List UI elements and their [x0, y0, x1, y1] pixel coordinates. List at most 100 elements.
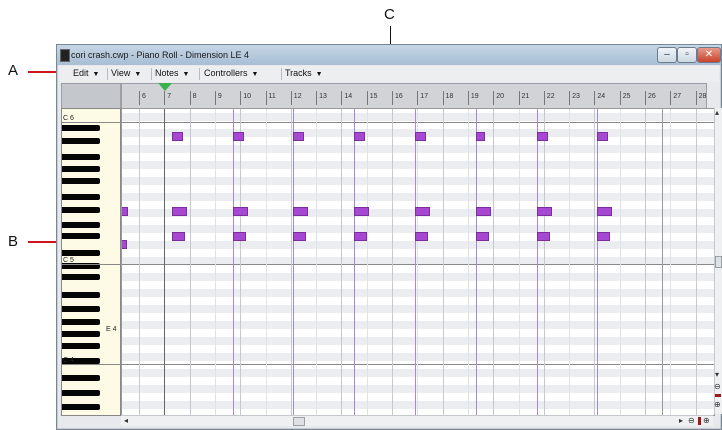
time-ruler[interactable]: 6 7 8 9 10 11 12 13 14 15 16 17 18 19 20 21 22 23 24 25 26 27… — [121, 83, 707, 109]
scroll-left-icon[interactable]: ◂ — [124, 416, 128, 425]
midi-note[interactable] — [172, 132, 183, 141]
midi-note[interactable] — [415, 207, 430, 216]
black-key[interactable] — [62, 319, 100, 325]
midi-note[interactable] — [172, 207, 187, 216]
menu-tracks[interactable]: Tracks ▼ — [285, 68, 323, 80]
ruler-measure-label: 24 — [597, 93, 606, 100]
horizontal-zoom-slider[interactable] — [698, 417, 701, 425]
maximize-button[interactable]: ▫ — [677, 47, 697, 63]
midi-note[interactable] — [537, 232, 550, 241]
grid-beat-line — [366, 109, 368, 415]
midi-note[interactable] — [122, 240, 127, 249]
zoom-out-icon[interactable]: ⊖ — [688, 416, 695, 425]
black-key[interactable] — [62, 154, 100, 160]
midi-note[interactable] — [597, 207, 612, 216]
scroll-up-icon[interactable]: ▴ — [715, 108, 719, 117]
menu-controllers[interactable]: Controllers ▼ — [204, 68, 258, 80]
piano-keyboard[interactable]: C 6 C 5 C 4 E 4 — [61, 108, 121, 416]
menu-separator — [199, 68, 200, 80]
black-key[interactable] — [62, 125, 100, 131]
midi-note[interactable] — [415, 232, 428, 241]
black-key[interactable] — [62, 343, 100, 349]
key-octave-label: C 5 — [63, 257, 74, 264]
scroll-right-icon[interactable]: ▸ — [679, 416, 683, 425]
zoom-out-icon[interactable]: ⊖ — [714, 382, 721, 391]
grid-beat-line — [139, 109, 140, 415]
now-marker-icon[interactable] — [158, 83, 173, 91]
midi-note[interactable] — [293, 207, 308, 216]
midi-note[interactable] — [233, 207, 248, 216]
minimize-button[interactable]: – — [657, 47, 677, 63]
midi-note[interactable] — [233, 132, 244, 141]
black-key[interactable] — [62, 178, 100, 184]
black-key[interactable] — [62, 331, 100, 337]
grid-beat-line — [189, 109, 191, 415]
black-key[interactable] — [62, 404, 100, 410]
menu-notes[interactable]: Notes ▼ — [155, 68, 189, 80]
title-bar[interactable]: cori crash.cwp - Piano Roll - Dimension … — [57, 45, 721, 65]
vertical-scroll-thumb[interactable] — [715, 256, 722, 268]
grid-beat-line — [240, 109, 242, 415]
velocity-line — [537, 109, 538, 415]
midi-note[interactable] — [293, 132, 304, 141]
black-key[interactable] — [62, 166, 100, 172]
midi-note[interactable] — [476, 207, 491, 216]
midi-note[interactable] — [233, 232, 246, 241]
midi-note[interactable] — [293, 232, 306, 241]
now-time-line — [164, 109, 166, 415]
midi-note[interactable] — [597, 132, 608, 141]
midi-note[interactable] — [172, 232, 185, 241]
ruler-measure-label: 25 — [622, 93, 631, 100]
midi-note[interactable] — [537, 207, 552, 216]
black-key[interactable] — [62, 233, 100, 239]
chevron-down-icon: ▼ — [315, 71, 323, 78]
menu-view[interactable]: View ▼ — [111, 68, 141, 80]
ruler-measure-label: 12 — [293, 93, 302, 100]
velocity-line — [354, 109, 355, 415]
menu-edit[interactable]: Edit ▼ — [73, 68, 99, 80]
black-key[interactable] — [62, 222, 100, 228]
ruler-tick — [214, 91, 216, 105]
grid-beat-line — [341, 109, 343, 415]
zoom-in-icon[interactable]: ⊕ — [714, 400, 721, 409]
grid-beat-line — [493, 109, 495, 415]
callout-a-label: A — [8, 62, 19, 79]
vertical-scrollbar[interactable]: ▴ ▾ ⊖ ⊕ — [714, 108, 722, 414]
midi-note[interactable] — [597, 232, 610, 241]
black-key[interactable] — [62, 375, 100, 381]
grid-beat-line — [316, 109, 318, 415]
black-key[interactable] — [62, 292, 100, 298]
black-key[interactable] — [62, 250, 100, 256]
midi-note[interactable] — [354, 232, 367, 241]
octave-line — [62, 364, 120, 365]
horizontal-scroll-thumb[interactable] — [293, 417, 305, 426]
black-key[interactable] — [62, 194, 100, 200]
black-key[interactable] — [62, 306, 100, 312]
vertical-zoom-slider[interactable] — [715, 394, 721, 397]
black-key[interactable] — [62, 138, 100, 144]
menu-notes-label: Notes — [155, 68, 179, 78]
app-icon — [60, 49, 70, 62]
midi-note[interactable] — [476, 232, 489, 241]
black-key[interactable] — [62, 207, 100, 213]
menu-controllers-label: Controllers — [204, 68, 248, 78]
ruler-measure-label: 19 — [470, 93, 479, 100]
horizontal-scrollbar[interactable]: ◂ ▸ ⊖ ⊕ — [121, 415, 713, 426]
midi-note[interactable] — [354, 132, 365, 141]
close-button[interactable]: ✕ — [697, 47, 721, 63]
note-grid[interactable] — [121, 108, 715, 416]
ruler-tick — [670, 91, 672, 105]
black-key[interactable] — [62, 274, 100, 280]
midi-note[interactable] — [354, 207, 369, 216]
black-key[interactable] — [62, 390, 100, 396]
midi-note[interactable] — [537, 132, 548, 141]
scroll-down-icon[interactable]: ▾ — [715, 370, 719, 379]
midi-note[interactable] — [415, 132, 426, 141]
menu-bar: Edit ▼ View ▼ Notes ▼ Controllers ▼ Tracks ▼ — [59, 66, 719, 82]
chevron-down-icon: ▼ — [182, 71, 190, 78]
midi-note[interactable] — [122, 207, 128, 216]
menu-tracks-label: Tracks — [285, 68, 312, 78]
zoom-in-icon[interactable]: ⊕ — [703, 416, 710, 425]
callout-b-label: B — [8, 233, 19, 250]
midi-note[interactable] — [476, 132, 485, 141]
